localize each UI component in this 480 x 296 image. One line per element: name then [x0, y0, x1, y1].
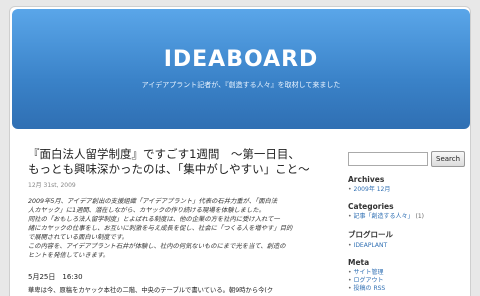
- site-description: アイデアプラント記者が、『創造する人々』を取材して来ました: [141, 81, 341, 89]
- categories-title: Categories: [348, 202, 394, 211]
- archive-item: • 2009年 12月: [348, 186, 466, 194]
- archives-title: Archives: [348, 175, 385, 184]
- meta-item: • ログアウト: [348, 277, 466, 285]
- bullet-icon: •: [348, 213, 352, 220]
- bullet-icon: •: [348, 285, 352, 292]
- blogroll-widget: ブログロール • IDEAPLANT: [348, 229, 466, 250]
- intro-line: 緒にカヤックの仕事をし、お互いに刺激を与え成長を促し、社会に「つくる人を増やす」…: [28, 225, 293, 232]
- main-content: 『面白法人留学制度』ですごす1週間 ～第一日目、 もっとも興味深かったのは、「集…: [28, 147, 338, 295]
- meta-item: • サイト管理: [348, 269, 466, 277]
- bullet-icon: •: [348, 277, 352, 284]
- page-container: IDEABOARD アイデアプラント記者が、『創造する人々』を取材して来ました …: [9, 6, 471, 296]
- intro-line: 同社の「おもしろ法人留学制度」とよばれる制度は、他の企業の方を社内に受け入れて一: [28, 216, 280, 223]
- meta-link-logout[interactable]: ログアウト: [354, 277, 384, 284]
- site-header: IDEABOARD アイデアプラント記者が、『創造する人々』を取材して来ました: [12, 9, 470, 129]
- post-title[interactable]: 『面白法人留学制度』ですごす1週間 ～第一日目、 もっとも興味深かったのは、「集…: [28, 147, 338, 177]
- post-timestamp: 5月25日 16:30: [28, 273, 83, 281]
- meta-item: • 投稿の RSS: [348, 285, 466, 293]
- search-input[interactable]: [348, 152, 428, 166]
- blogroll-link[interactable]: IDEAPLANT: [354, 242, 388, 249]
- post-title-line[interactable]: もっとも興味深かったのは、「集中がしやすい」こと～: [28, 162, 338, 177]
- search-form: Search: [348, 151, 466, 167]
- archive-link[interactable]: 2009年 12月: [354, 186, 391, 193]
- blogroll-title: ブログロール: [348, 230, 393, 239]
- categories-widget: Categories • 記事「創造する人々」 (1): [348, 202, 466, 221]
- meta-link-admin[interactable]: サイト管理: [354, 269, 384, 276]
- category-item: • 記事「創造する人々」 (1): [348, 213, 466, 221]
- blogroll-item: • IDEAPLANT: [348, 242, 466, 250]
- post-body-text: 華卑は今、原稿をカヤック本社の二階、中央のテーブルで書いている。朝9時から今(ク: [28, 287, 274, 294]
- category-count: (1): [415, 213, 424, 220]
- bullet-icon: •: [348, 242, 352, 249]
- meta-widget: Meta • サイト管理 • ログアウト • 投稿の RSS: [348, 258, 466, 293]
- meta-link-rss[interactable]: 投稿の RSS: [354, 285, 386, 292]
- post-intro: 2009年5月、アイデア創出の支援組織「アイデアプラント」代表の石井力重が、「面…: [28, 197, 338, 260]
- bullet-icon: •: [348, 186, 352, 193]
- intro-line: ヒントを発信していきます。: [28, 252, 110, 259]
- intro-line: この内容を、アイデアプラント石井が体験し、社内の何気ないものにまで光を当て、創造…: [28, 243, 286, 250]
- intro-line: で展開されている面白い制度です。: [28, 234, 128, 241]
- bullet-icon: •: [348, 269, 352, 276]
- intro-line: 2009年5月、アイデア創出の支援組織「アイデアプラント」代表の石井力重が、「面…: [28, 198, 278, 205]
- category-link[interactable]: 記事「創造する人々」: [354, 213, 414, 220]
- archives-widget: Archives • 2009年 12月: [348, 175, 466, 194]
- meta-title: Meta: [348, 258, 370, 267]
- post-date: 12月 31st, 2009: [28, 182, 76, 189]
- post-title-line[interactable]: 『面白法人留学制度』ですごす1週間 ～第一日目、: [28, 147, 338, 162]
- intro-line: 人カヤック」に1週間、潜在しながら、カヤックの作り続ける現場を体験しました。: [28, 207, 265, 214]
- site-title[interactable]: IDEABOARD: [12, 47, 470, 72]
- search-button[interactable]: Search: [431, 151, 466, 167]
- sidebar: Search Archives • 2009年 12月 Categories • 記…: [348, 151, 466, 293]
